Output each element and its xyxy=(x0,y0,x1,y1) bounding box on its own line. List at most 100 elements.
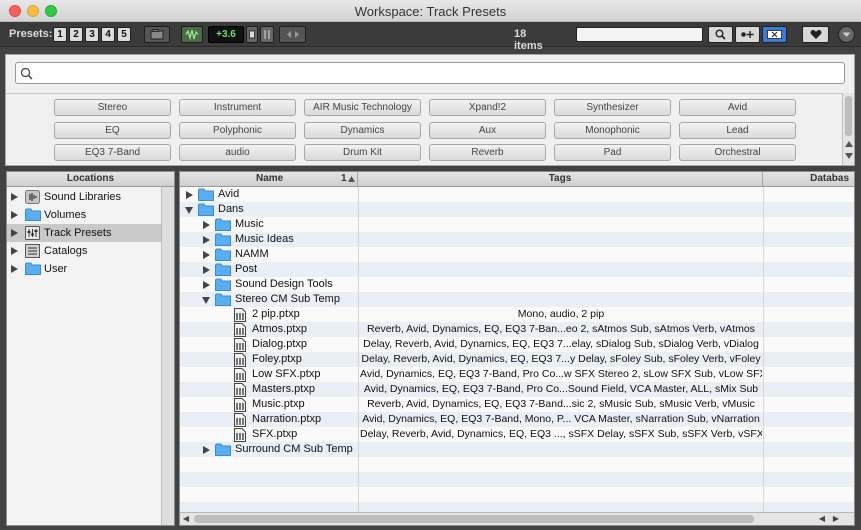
locations-header[interactable]: Locations xyxy=(7,172,174,187)
folder-row[interactable]: Music xyxy=(180,217,854,232)
disclosure-triangle-icon[interactable] xyxy=(11,211,18,219)
folder-row[interactable]: Music Ideas xyxy=(180,232,854,247)
folder-row[interactable]: Surround CM Sub Temp xyxy=(180,442,854,457)
clear-search-button[interactable] xyxy=(762,26,787,43)
column-header-tags[interactable]: Tags xyxy=(358,172,763,187)
row-tags: Avid, Dynamics, EQ, EQ3 7-Band, Mono, P.… xyxy=(362,413,760,425)
catalog-button[interactable] xyxy=(144,26,170,43)
location-catalogs[interactable]: Catalogs xyxy=(7,242,162,260)
disclosure-triangle-down-icon[interactable] xyxy=(185,206,193,214)
toolbar: Presets: 1 2 3 4 5 +3.6 18 items xyxy=(0,22,861,52)
tag-eq3-7-band[interactable]: EQ3 7-Band xyxy=(54,144,171,161)
scroll-down-icon[interactable] xyxy=(845,153,853,159)
location-track-presets[interactable]: Track Presets xyxy=(7,224,162,242)
disclosure-triangle-icon[interactable] xyxy=(202,236,210,244)
tag-orchestral[interactable]: Orchestral xyxy=(679,144,796,161)
scroll-up-icon[interactable] xyxy=(845,141,853,147)
preset-file-row[interactable]: Music.ptxp Reverb, Avid, Dynamics, EQ, EQ… xyxy=(180,397,854,412)
disclosure-triangle-icon[interactable] xyxy=(202,266,210,274)
folder-row[interactable]: Dans xyxy=(180,202,854,217)
row-name: Low SFX.ptxp xyxy=(252,368,321,380)
tag-stereo[interactable]: Stereo xyxy=(54,99,171,116)
disclosure-triangle-icon[interactable] xyxy=(202,251,210,259)
disclosure-triangle-icon[interactable] xyxy=(202,281,210,289)
favorites-button[interactable] xyxy=(802,26,829,43)
preset-file-row[interactable]: Atmos.ptxp Reverb, Avid, Dynamics, EQ, EQ… xyxy=(180,322,854,337)
preset-4-button[interactable]: 4 xyxy=(101,27,115,42)
disclosure-triangle-icon[interactable] xyxy=(202,221,210,229)
disclosure-triangle-icon[interactable] xyxy=(185,191,193,199)
horizontal-scrollbar-thumb[interactable] xyxy=(194,515,754,523)
folder-row[interactable]: Sound Design Tools xyxy=(180,277,854,292)
horizontal-scrollbar[interactable]: ◀ ◀ ▶ xyxy=(180,512,854,525)
sort-index-label: 1 xyxy=(341,173,347,184)
tag-lead[interactable]: Lead xyxy=(679,122,796,139)
row-name: Narration.ptxp xyxy=(252,413,322,425)
disclosure-triangle-icon[interactable] xyxy=(11,229,18,237)
disclosure-triangle-icon[interactable] xyxy=(11,265,18,273)
preset-3-button[interactable]: 3 xyxy=(85,27,99,42)
preview-level-display: +3.6 xyxy=(208,26,244,43)
preset-5-button[interactable]: 5 xyxy=(117,27,131,42)
audition-button[interactable] xyxy=(181,26,203,43)
preset-file-row[interactable]: Dialog.ptxp Delay, Reverb, Avid, Dynamics… xyxy=(180,337,854,352)
items-count: 18 items xyxy=(514,28,543,52)
browser-menu-button[interactable] xyxy=(838,26,855,43)
tag-air-music-technology[interactable]: AIR Music Technology xyxy=(304,99,421,116)
folder-row[interactable]: Avid xyxy=(180,187,854,202)
preset-file-row[interactable]: Foley.ptxp Delay, Reverb, Avid, Dynamics,… xyxy=(180,352,854,367)
tag-avid[interactable]: Avid xyxy=(679,99,796,116)
preview-mode-button[interactable] xyxy=(260,26,274,43)
scroll-right-icon[interactable]: ▶ xyxy=(830,513,842,525)
tag-scrollbar-thumb[interactable] xyxy=(845,96,852,136)
preset-file-row[interactable]: Low SFX.ptxp Avid, Dynamics, EQ, EQ3 7-Ba… xyxy=(180,367,854,382)
tag-scrollbar[interactable] xyxy=(842,93,854,165)
window-title: Workspace: Track Presets xyxy=(354,4,507,19)
disclosure-triangle-icon[interactable] xyxy=(202,446,210,454)
tag-pad[interactable]: Pad xyxy=(554,144,671,161)
folder-icon xyxy=(215,293,231,306)
preset-2-button[interactable]: 2 xyxy=(69,27,83,42)
location-label: User xyxy=(44,263,68,275)
folder-row[interactable]: Stereo CM Sub Temp xyxy=(180,292,854,307)
tag-synthesizer[interactable]: Synthesizer xyxy=(554,99,671,116)
locations-scrollbar[interactable] xyxy=(161,187,174,525)
location-user[interactable]: User xyxy=(7,260,162,278)
preset-file-row[interactable]: SFX.ptxp Delay, Reverb, Avid, Dynamics, E… xyxy=(180,427,854,442)
tag-eq[interactable]: EQ xyxy=(54,122,171,139)
tag-polyphonic[interactable]: Polyphonic xyxy=(179,122,296,139)
scroll-left-icon[interactable]: ◀ xyxy=(816,513,828,525)
column-header-database[interactable]: Databas xyxy=(763,172,854,187)
folder-row[interactable]: Post xyxy=(180,262,854,277)
location-sound-libraries[interactable]: Sound Libraries xyxy=(7,188,162,206)
disclosure-triangle-down-icon[interactable] xyxy=(202,296,210,304)
disclosure-triangle-icon[interactable] xyxy=(11,247,18,255)
tag-monophonic[interactable]: Monophonic xyxy=(554,122,671,139)
preset-file-row[interactable]: 2 pip.ptxp Mono, audio, 2 pip xyxy=(180,307,854,322)
tag-xpand2[interactable]: Xpand!2 xyxy=(429,99,546,116)
disclosure-triangle-icon[interactable] xyxy=(11,193,18,201)
add-search-criteria-button[interactable] xyxy=(735,26,760,43)
tag-aux[interactable]: Aux xyxy=(429,122,546,139)
spot-button[interactable] xyxy=(279,26,306,43)
scroll-left-icon[interactable]: ◀ xyxy=(180,513,192,525)
row-name: Foley.ptxp xyxy=(252,353,302,365)
tag-search-field[interactable] xyxy=(15,62,845,84)
track-preset-file-icon xyxy=(234,383,246,397)
tag-search-input[interactable] xyxy=(38,65,838,81)
tag-audio[interactable]: audio xyxy=(179,144,296,161)
folder-row[interactable]: NAMM xyxy=(180,247,854,262)
search-button[interactable] xyxy=(708,26,733,43)
tag-instrument[interactable]: Instrument xyxy=(179,99,296,116)
tag-reverb[interactable]: Reverb xyxy=(429,144,546,161)
location-volumes[interactable]: Volumes xyxy=(7,206,162,224)
preset-file-row[interactable]: Narration.ptxp Avid, Dynamics, EQ, EQ3 7-… xyxy=(180,412,854,427)
folder-icon xyxy=(25,262,41,275)
tag-dynamics[interactable]: Dynamics xyxy=(304,122,421,139)
preset-file-row[interactable]: Masters.ptxp Avid, Dynamics, EQ, EQ3 7-Ba… xyxy=(180,382,854,397)
preset-1-button[interactable]: 1 xyxy=(53,27,67,42)
column-header-name[interactable]: Name 1 xyxy=(180,172,358,187)
tag-drum-kit[interactable]: Drum Kit xyxy=(304,144,421,161)
preview-level-slider[interactable] xyxy=(246,26,258,43)
toolbar-search-input[interactable] xyxy=(576,27,703,42)
